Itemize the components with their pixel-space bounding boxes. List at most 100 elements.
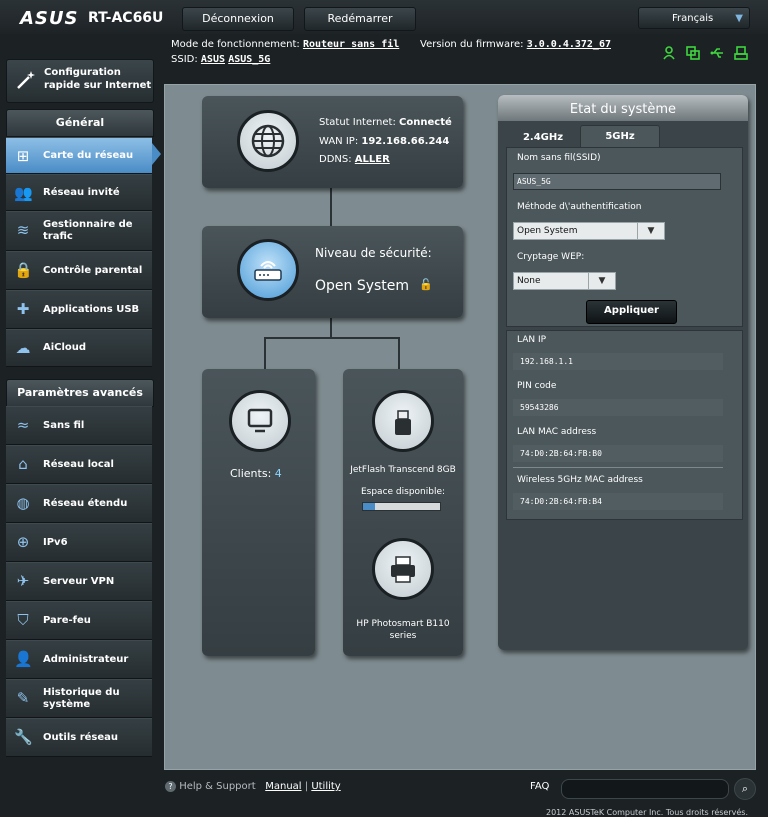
ddns: DDNS: ALLER — [319, 154, 390, 165]
printer-button[interactable] — [372, 538, 434, 600]
sidebar-item-wan[interactable]: ◍ Réseau étendu — [6, 484, 152, 523]
router-button[interactable] — [237, 239, 299, 301]
sidebar-item-label: Pare-feu — [43, 614, 91, 626]
sidebar-item-system-log[interactable]: ✎ Historique du système — [6, 679, 152, 718]
clients-label: Clients: — [230, 467, 272, 480]
firmware-link[interactable]: 3.0.0.4.372_67 — [527, 39, 611, 50]
ssid-label: SSID: — [171, 54, 198, 65]
lan-ip-value: 192.168.1.1 — [513, 353, 723, 370]
chevron-down-icon: ▼ — [588, 273, 615, 289]
connector-line — [398, 337, 400, 369]
puzzle-icon: ✚ — [16, 300, 30, 318]
mode-label: Mode de fonctionnement: — [171, 39, 300, 50]
sidebar-item-label: Applications USB — [43, 303, 140, 315]
apply-button[interactable]: Appliquer — [586, 300, 677, 324]
footer-separator: | — [304, 781, 309, 792]
search-icon[interactable]: ⌕ — [734, 778, 756, 800]
ssid-info: SSID: ASUS ASUS_5G — [171, 54, 270, 65]
clients-info: Clients: 4 — [230, 467, 282, 480]
utility-link[interactable]: Utility — [311, 781, 340, 792]
sidebar-item-label: Réseau étendu — [43, 497, 128, 509]
usb-status-icon[interactable] — [710, 46, 724, 60]
logout-button[interactable]: Déconnexion — [182, 7, 294, 31]
magic-wand-icon — [17, 71, 35, 89]
sidebar-item-parental-control[interactable]: 🔒 Contrôle parental — [6, 251, 152, 290]
help-icon: ? — [165, 781, 176, 792]
firmware-version: Version du firmware: 3.0.0.4.372_67 — [420, 39, 611, 50]
sidebar-item-vpn-server[interactable]: ✈ Serveur VPN — [6, 562, 152, 601]
sidebar-item-administration[interactable]: 👤 Administrateur — [6, 640, 152, 679]
footer-links: ? Help & Support Manual | Utility — [165, 781, 341, 792]
faq-search-input[interactable] — [561, 779, 729, 799]
general-menu: ⊞ Carte du réseau 👥 Réseau invité ≋ Gest… — [6, 137, 152, 367]
language-select[interactable]: Français ▼ — [638, 7, 750, 29]
sidebar-item-label: Outils réseau — [43, 731, 119, 743]
ssid-link-24[interactable]: ASUS — [201, 54, 225, 65]
wep-select[interactable]: None ▼ — [513, 272, 616, 290]
ssid-input[interactable]: ASUS_5G — [513, 173, 721, 190]
sidebar-item-usb-apps[interactable]: ✚ Applications USB — [6, 290, 152, 329]
advanced-menu: ≈ Sans fil ⌂ Réseau local ◍ Réseau étend… — [6, 406, 152, 757]
sidebar-item-network-tools[interactable]: 🔧 Outils réseau — [6, 718, 152, 757]
user-status-icon[interactable] — [662, 46, 676, 60]
manual-link[interactable]: Manual — [265, 781, 301, 792]
divider — [513, 467, 723, 468]
sidebar-item-label: Historique du système — [43, 686, 120, 710]
sidebar-item-label: IPv6 — [43, 536, 68, 548]
printer-status-icon[interactable] — [734, 46, 748, 60]
connector-line — [330, 188, 332, 226]
sidebar-item-ipv6[interactable]: ⊕ IPv6 — [6, 523, 152, 562]
ssid-link-5[interactable]: ASUS_5G — [228, 54, 270, 65]
cloud-icon: ☁ — [15, 339, 31, 357]
router-model: RT-AC66U — [88, 10, 164, 26]
monitor-icon — [247, 408, 273, 433]
faq-label: FAQ — [530, 781, 550, 792]
sidebar-item-label: Réseau invité — [43, 186, 120, 198]
auth-method-select[interactable]: Open System ▼ — [513, 222, 665, 240]
usb-device-name: JetFlash Transcend 8GB — [350, 465, 456, 475]
auth-method-value: Open System — [517, 226, 578, 236]
usb-button[interactable] — [372, 390, 434, 452]
clients-button[interactable] — [229, 390, 291, 452]
sidebar-item-aicloud[interactable]: ☁ AiCloud — [6, 329, 152, 367]
sidebar-item-network-map[interactable]: ⊞ Carte du réseau — [6, 137, 152, 174]
pin-code-value: 59543286 — [513, 399, 723, 416]
mode-link[interactable]: Routeur sans fil — [303, 39, 399, 50]
admin-icon: 👤 — [14, 650, 33, 668]
chevron-down-icon: ▼ — [637, 223, 664, 239]
copyright: 2012 ASUSTeK Computer Inc. Tous droits r… — [546, 808, 748, 817]
sidebar-item-label: Serveur VPN — [43, 575, 115, 587]
reboot-button[interactable]: Redémarrer — [304, 7, 416, 31]
ddns-label: DDNS: — [319, 154, 352, 165]
firmware-label: Version du firmware: — [420, 39, 524, 50]
home-icon: ⌂ — [18, 455, 28, 473]
clients-count[interactable]: 4 — [275, 467, 282, 480]
operation-mode: Mode de fonctionnement: Routeur sans fil — [171, 39, 399, 50]
copy-status-icon[interactable] — [686, 46, 700, 60]
help-support-link[interactable]: Help & Support — [179, 781, 255, 792]
tab-2-4ghz[interactable]: 2.4GHz — [506, 127, 580, 147]
sidebar-item-traffic-manager[interactable]: ≋ Gestionnaire de trafic — [6, 211, 152, 251]
ddns-link[interactable]: ALLER — [355, 154, 390, 165]
wep-label: Cryptage WEP: — [517, 252, 585, 262]
printer-icon — [391, 556, 415, 583]
sidebar-item-wireless[interactable]: ≈ Sans fil — [6, 406, 152, 445]
lan-ip-label: LAN IP — [517, 335, 547, 345]
internet-status-value: Connecté — [399, 117, 452, 128]
system-status-title: Etat du système — [498, 95, 748, 121]
sidebar-item-guest-network[interactable]: 👥 Réseau invité — [6, 174, 152, 211]
advanced-header: Paramètres avancés — [6, 379, 154, 407]
log-icon: ✎ — [16, 689, 30, 707]
network-map-icon: ⊞ — [16, 147, 30, 165]
general-header: Général — [6, 109, 154, 137]
wifi-icon: ≈ — [16, 416, 30, 434]
sidebar-item-label: Administrateur — [43, 653, 129, 665]
sidebar-item-firewall[interactable]: ⛉ Pare-feu — [6, 601, 152, 640]
sidebar-item-lan[interactable]: ⌂ Réseau local — [6, 445, 152, 484]
tab-5ghz[interactable]: 5GHz — [580, 125, 660, 148]
internet-globe-button[interactable] — [237, 110, 299, 172]
internet-status: Statut Internet: Connecté — [319, 117, 452, 128]
security-value: Open System — [315, 278, 410, 294]
language-value: Français — [672, 13, 714, 24]
quick-setup-button[interactable]: Configuration rapide sur Internet — [6, 59, 154, 103]
